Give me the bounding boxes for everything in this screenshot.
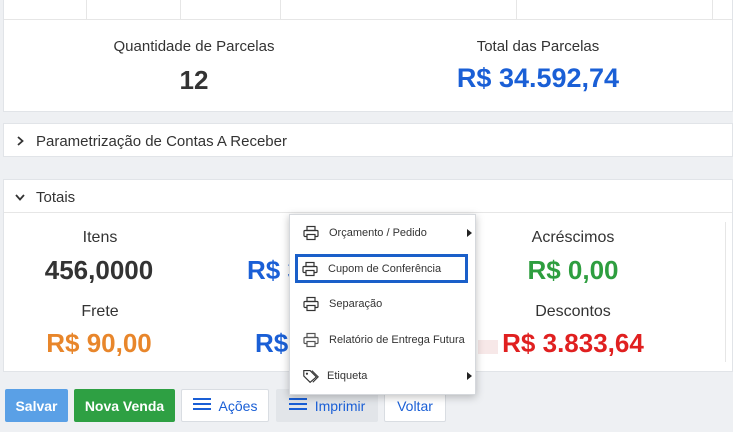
quantidade-parcelas-value: 12 bbox=[179, 65, 209, 95]
parametrizacao-header[interactable]: Parametrização de Contas A Receber bbox=[9, 130, 287, 152]
table-column-divider bbox=[86, 0, 87, 19]
acoes-label: Ações bbox=[218, 397, 258, 414]
menu-item-orcamento-pedido[interactable]: Orçamento / Pedido bbox=[296, 219, 472, 247]
menu-item-cupom-conferencia[interactable]: Cupom de Conferência bbox=[295, 254, 468, 283]
totais-title: Totais bbox=[36, 188, 76, 206]
menu-icon bbox=[288, 397, 307, 414]
descontos-label: Descontos bbox=[535, 303, 611, 320]
menu-item-label: Cupom de Conferência bbox=[328, 262, 442, 275]
table-row-divider bbox=[4, 19, 732, 20]
submenu-arrow-icon bbox=[467, 372, 472, 380]
menu-item-etiqueta[interactable]: Etiqueta bbox=[296, 362, 472, 390]
divider bbox=[4, 212, 732, 213]
printer-icon bbox=[301, 260, 319, 278]
frete-value: R$ 90,00 bbox=[46, 328, 152, 358]
table-column-divider bbox=[712, 0, 713, 19]
chevron-right-icon bbox=[9, 130, 31, 152]
menu-item-separacao[interactable]: Separação bbox=[296, 290, 468, 318]
menu-item-relatorio-entrega-futura[interactable]: Relatório de Entrega Futura bbox=[296, 326, 468, 354]
itens-value: 456,0000 bbox=[44, 255, 154, 285]
divider bbox=[725, 222, 726, 362]
printer-icon bbox=[302, 295, 320, 313]
menu-item-label: Etiqueta bbox=[327, 370, 368, 382]
salvar-button[interactable]: Salvar bbox=[5, 389, 68, 422]
acoes-button[interactable]: Ações bbox=[181, 389, 269, 422]
frete-label: Frete bbox=[81, 303, 119, 320]
printer-icon bbox=[302, 224, 320, 242]
menu-item-label: Orçamento / Pedido bbox=[329, 227, 427, 239]
chevron-down-icon bbox=[9, 186, 31, 208]
nova-venda-button[interactable]: Nova Venda bbox=[74, 389, 175, 422]
imprimir-dropdown-menu: Orçamento / Pedido Cupom de Conferência … bbox=[289, 214, 476, 395]
table-column-divider bbox=[280, 0, 281, 19]
total-parcelas-value: R$ 34.592,74 bbox=[456, 63, 620, 93]
printer-icon bbox=[302, 331, 320, 349]
parametrizacao-title: Parametrização de Contas A Receber bbox=[36, 132, 287, 150]
acrescimos-label: Acréscimos bbox=[531, 229, 615, 246]
parametrizacao-panel[interactable]: Parametrização de Contas A Receber bbox=[3, 123, 733, 157]
totais-header[interactable]: Totais bbox=[9, 186, 75, 208]
menu-icon bbox=[192, 397, 211, 414]
menu-item-label: Relatório de Entrega Futura bbox=[329, 334, 465, 346]
parcelas-card: Quantidade de Parcelas 12 Total das Parc… bbox=[3, 0, 733, 112]
imprimir-label: Imprimir bbox=[314, 397, 366, 414]
table-column-divider bbox=[180, 0, 181, 19]
menu-item-label: Separação bbox=[329, 298, 383, 310]
tag-icon bbox=[302, 367, 320, 385]
total-parcelas-label: Total das Parcelas bbox=[476, 38, 600, 55]
table-column-divider bbox=[516, 0, 517, 19]
quantidade-parcelas-label: Quantidade de Parcelas bbox=[113, 38, 275, 55]
descontos-value: R$ 3.833,64 bbox=[502, 328, 644, 358]
acrescimos-value: R$ 0,00 bbox=[527, 255, 619, 285]
itens-label: Itens bbox=[82, 229, 118, 246]
submenu-arrow-icon bbox=[467, 229, 472, 237]
